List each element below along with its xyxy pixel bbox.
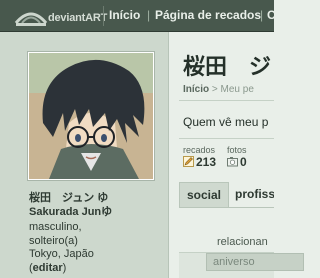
topbar-divider — [103, 6, 104, 26]
breadcrumb-home[interactable]: Início — [183, 84, 209, 95]
profile-name: 桜田 ジュン ゆ Sakurada Junゆ — [29, 191, 159, 219]
stats-divider — [179, 138, 274, 139]
profile-name-japanese: 桜田 ジュン ゆ — [29, 192, 109, 204]
profile-location: Tokyo, Japão — [29, 248, 94, 260]
nav-separator: | — [260, 8, 264, 22]
orkut-logo-icon[interactable] — [14, 3, 48, 29]
breadcrumb: Início > Meu pe — [183, 84, 254, 95]
nav-separator: | — [147, 8, 151, 22]
avatar-illustration — [29, 53, 153, 179]
edit-profile-link[interactable]: editar — [33, 262, 63, 274]
camera-icon — [227, 157, 238, 167]
who-sees-link[interactable]: Quem vê meu p — [183, 115, 268, 129]
profile-info: masculino, solteiro(a) Tokyo, Japão (edi… — [29, 221, 159, 275]
breadcrumb-separator: > — [209, 84, 221, 95]
tab-divider — [179, 207, 274, 208]
profile-gender: masculino, — [29, 221, 82, 233]
stat-recados[interactable]: 213 — [183, 155, 216, 169]
birthday-field: aniverso — [206, 253, 304, 271]
pencil-icon — [183, 156, 194, 167]
tab-profissional[interactable]: profiss — [235, 182, 274, 206]
nav-next[interactable]: C — [267, 8, 276, 22]
profile-title: 桜田 ジ — [183, 54, 272, 79]
breadcrumb-divider — [179, 100, 274, 101]
tab-social[interactable]: social — [179, 182, 229, 208]
stat-label-recados: recados — [183, 145, 216, 155]
profile-relationship-status: solteiro(a) — [29, 234, 78, 247]
logo-text[interactable]: deviantART — [48, 12, 107, 24]
stat-label-fotos: fotos — [227, 145, 247, 155]
nav-inicio[interactable]: Início — [109, 8, 140, 22]
stat-fotos[interactable]: 0 — [227, 155, 247, 169]
profile-avatar[interactable] — [28, 52, 154, 180]
nav-pagina-de-recados[interactable]: Página de recados — [155, 8, 261, 22]
breadcrumb-current: Meu pe — [220, 84, 254, 95]
profile-edit-row: (editar) — [29, 262, 159, 276]
relationship-label: relacionan — [217, 236, 268, 248]
stat-value-fotos: 0 — [240, 155, 247, 169]
stat-value-recados: 213 — [196, 155, 217, 169]
edit-paren-close: ) — [62, 261, 67, 274]
profile-name-romaji: Sakurada Junゆ — [29, 206, 113, 218]
top-navigation-bar: deviantART Início | Página de recados | … — [0, 0, 276, 32]
